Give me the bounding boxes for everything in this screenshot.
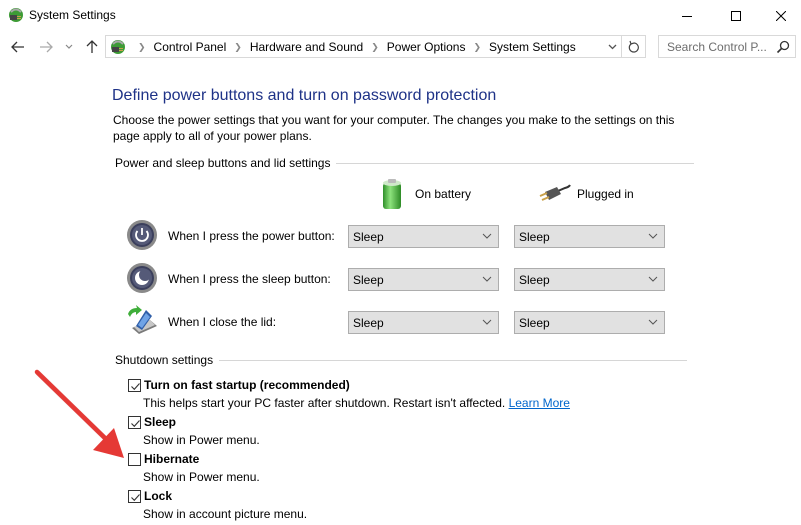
lock-label[interactable]: Lock bbox=[144, 489, 172, 503]
breadcrumb-hardware-and-sound[interactable]: Hardware and Sound bbox=[250, 40, 363, 54]
sleep-button-icon bbox=[127, 263, 157, 293]
close-lid-plugged-in-select[interactable]: Sleep bbox=[514, 311, 665, 334]
page-description: Choose the power settings that you want … bbox=[113, 113, 675, 143]
selected-value: Sleep bbox=[519, 273, 550, 287]
refresh-button[interactable] bbox=[622, 35, 646, 58]
page-title: Define power buttons and turn on passwor… bbox=[112, 87, 497, 104]
selected-value: Sleep bbox=[353, 273, 384, 287]
chevron-down-icon bbox=[482, 233, 492, 239]
fast-startup-checkbox-row[interactable]: Turn on fast startup (recommended) bbox=[128, 378, 350, 392]
back-button[interactable] bbox=[8, 36, 28, 58]
breadcrumb-control-panel[interactable]: Control Panel bbox=[154, 40, 227, 54]
chevron-down-icon bbox=[482, 319, 492, 325]
lock-checkbox-row[interactable]: Lock bbox=[128, 489, 172, 503]
laptop-lid-icon bbox=[128, 305, 157, 334]
maximize-icon bbox=[731, 10, 741, 21]
search-box[interactable]: Search Control P... bbox=[658, 35, 796, 58]
breadcrumb: ❯ Control Panel ❯ Hardware and Sound ❯ P… bbox=[130, 40, 576, 54]
hibernate-checkbox[interactable] bbox=[128, 452, 141, 466]
search-icon[interactable] bbox=[776, 40, 790, 54]
breadcrumb-separator-icon[interactable]: ❯ bbox=[234, 42, 242, 53]
shutdown-section-header: Shutdown settings bbox=[115, 353, 688, 367]
lock-checkbox[interactable] bbox=[128, 489, 141, 503]
power-plug-icon bbox=[539, 184, 571, 201]
checkmark-icon bbox=[131, 419, 140, 427]
sleep-description: Show in Power menu. bbox=[143, 433, 260, 447]
fast-startup-checkbox[interactable] bbox=[128, 378, 141, 392]
chevron-down-icon bbox=[648, 319, 658, 325]
up-arrow-icon bbox=[86, 40, 98, 53]
chevron-down-icon bbox=[648, 276, 658, 282]
forward-button[interactable] bbox=[36, 36, 56, 58]
battery-icon bbox=[383, 179, 401, 209]
power-button-icon bbox=[127, 220, 157, 250]
breadcrumb-separator-icon: ❯ bbox=[138, 41, 146, 52]
sleep-checkbox-row[interactable]: Sleep bbox=[128, 415, 176, 429]
address-bar[interactable]: ❯ Control Panel ❯ Hardware and Sound ❯ P… bbox=[105, 35, 622, 58]
on-battery-label: On battery bbox=[415, 187, 472, 201]
shutdown-section-title: Shutdown settings bbox=[115, 353, 214, 367]
power-button-plugged-in-select[interactable]: Sleep bbox=[514, 225, 665, 248]
selected-value: Sleep bbox=[353, 316, 384, 330]
power-section-title: Power and sleep buttons and lid settings bbox=[115, 156, 331, 170]
plugged-in-label: Plugged in bbox=[577, 187, 634, 201]
section-divider bbox=[219, 359, 688, 361]
maximize-button[interactable] bbox=[713, 0, 759, 31]
minimize-icon bbox=[682, 15, 692, 17]
breadcrumb-separator-icon[interactable]: ❯ bbox=[473, 42, 481, 53]
selected-value: Sleep bbox=[519, 230, 550, 244]
learn-more-link[interactable]: Learn More bbox=[509, 396, 570, 410]
checkmark-icon bbox=[131, 493, 140, 501]
column-header-plugged-in: Plugged in bbox=[539, 184, 634, 204]
hibernate-description: Show in Power menu. bbox=[143, 470, 260, 484]
fast-startup-description: This helps start your PC faster after sh… bbox=[143, 396, 570, 410]
sleep-button-on-battery-select[interactable]: Sleep bbox=[348, 268, 499, 291]
back-arrow-icon bbox=[11, 41, 24, 53]
breadcrumb-separator-icon[interactable]: ❯ bbox=[371, 42, 379, 53]
hibernate-checkbox-row[interactable]: Hibernate bbox=[128, 452, 199, 466]
power-button-label: When I press the power button: bbox=[168, 229, 335, 243]
sleep-button-plugged-in-select[interactable]: Sleep bbox=[514, 268, 665, 291]
search-input[interactable]: Search Control P... bbox=[667, 40, 767, 54]
lock-description: Show in account picture menu. bbox=[143, 507, 308, 521]
power-options-app-icon bbox=[9, 8, 23, 22]
column-header-on-battery: On battery bbox=[381, 178, 471, 210]
chevron-down-icon bbox=[608, 44, 616, 49]
sleep-button-label: When I press the sleep button: bbox=[168, 272, 331, 286]
refresh-icon bbox=[628, 40, 639, 53]
close-lid-label: When I close the lid: bbox=[168, 315, 277, 329]
sleep-label[interactable]: Sleep bbox=[144, 415, 176, 429]
window-title: System Settings bbox=[29, 8, 116, 22]
forward-arrow-icon bbox=[40, 41, 53, 53]
address-history-button[interactable] bbox=[602, 36, 622, 57]
recent-locations-button[interactable] bbox=[62, 36, 76, 58]
power-section-header: Power and sleep buttons and lid settings bbox=[115, 156, 695, 170]
chevron-down-icon bbox=[482, 276, 492, 282]
minimize-button[interactable] bbox=[664, 0, 710, 31]
close-icon bbox=[776, 10, 786, 21]
close-button[interactable] bbox=[758, 0, 801, 31]
section-divider bbox=[336, 162, 695, 164]
hibernate-label[interactable]: Hibernate bbox=[144, 452, 199, 466]
up-button[interactable] bbox=[82, 36, 102, 58]
checkmark-icon bbox=[131, 382, 140, 390]
title-bar: System Settings bbox=[0, 0, 801, 31]
description-text: This helps start your PC faster after sh… bbox=[143, 396, 506, 410]
breadcrumb-system-settings[interactable]: System Settings bbox=[489, 40, 576, 54]
chevron-down-icon bbox=[65, 44, 73, 49]
power-button-on-battery-select[interactable]: Sleep bbox=[348, 225, 499, 248]
navigation-bar: ❯ Control Panel ❯ Hardware and Sound ❯ P… bbox=[0, 34, 801, 60]
chevron-down-icon bbox=[648, 233, 658, 239]
power-options-icon bbox=[111, 40, 125, 54]
selected-value: Sleep bbox=[519, 316, 550, 330]
fast-startup-label[interactable]: Turn on fast startup (recommended) bbox=[144, 378, 350, 392]
selected-value: Sleep bbox=[353, 230, 384, 244]
sleep-checkbox[interactable] bbox=[128, 415, 141, 429]
content-area: Define power buttons and turn on passwor… bbox=[0, 60, 801, 525]
breadcrumb-power-options[interactable]: Power Options bbox=[387, 40, 466, 54]
close-lid-on-battery-select[interactable]: Sleep bbox=[348, 311, 499, 334]
